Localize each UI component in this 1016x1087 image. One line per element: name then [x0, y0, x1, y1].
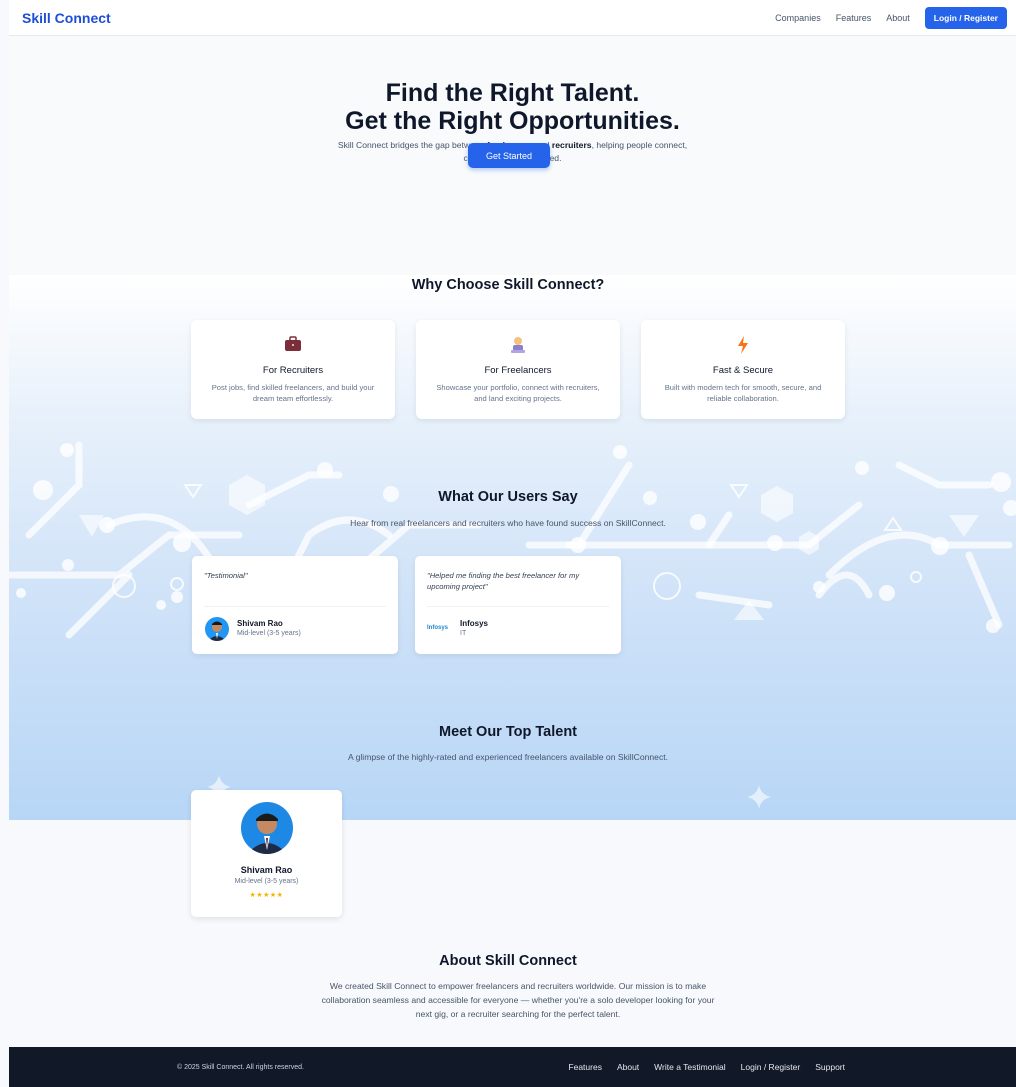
feature-title: Fast & Secure: [712, 365, 774, 376]
nav-links: Companies Features About Login / Registe…: [775, 6, 1007, 29]
testimonial-quote: "Helped me finding the best freelancer f…: [427, 571, 580, 592]
company-logo: Infosys: [427, 625, 449, 631]
nav-link-features[interactable]: Features: [836, 13, 872, 23]
briefcase-icon: [191, 336, 395, 356]
avatar: [205, 617, 229, 641]
brand-logo[interactable]: Skill Connect: [22, 10, 111, 26]
feature-card-recruiters: For Recruiters Post jobs, find skilled f…: [191, 320, 395, 419]
testimonial-author-role: Mid-level (3-5 years): [237, 630, 301, 637]
testimonial-author-role: IT: [460, 630, 467, 637]
footer: © 2025 Skill Connect. All rights reserve…: [9, 1047, 1016, 1087]
talent-name: Shivam Rao: [240, 865, 293, 875]
hero-sub-text: Skill Connect bridges the gap between: [337, 140, 487, 150]
top-navbar: Skill Connect Companies Features About L…: [9, 0, 1016, 36]
talent-card[interactable]: Shivam Rao Mid-level (3-5 years) ★★★★★: [191, 790, 342, 917]
login-register-button[interactable]: Login / Register: [924, 6, 1007, 29]
feature-description: Built with modern tech for smooth, secur…: [664, 383, 822, 403]
feature-card-freelancers: For Freelancers Showcase your portfolio,…: [416, 320, 620, 419]
testimonials-title: What Our Users Say: [438, 489, 578, 505]
talent-role: Mid-level (3-5 years): [234, 878, 299, 885]
feature-description: Post jobs, find skilled freelancers, and…: [211, 383, 375, 403]
hero-sub-recruiters: recruiters: [551, 140, 592, 150]
lightning-icon: [641, 336, 845, 358]
freelancer-laptop-icon: [416, 336, 620, 358]
footer-link-about[interactable]: About: [617, 1062, 639, 1072]
footer-link-features[interactable]: Features: [568, 1062, 602, 1072]
footer-link-write-testimonial[interactable]: Write a Testimonial: [654, 1062, 726, 1072]
testimonial-card: "Testimonial" Shivam Rao Mid-level (3-5 …: [192, 556, 398, 654]
divider: [204, 606, 386, 607]
testimonial-card: "Helped me finding the best freelancer f…: [415, 556, 621, 654]
nav-link-about[interactable]: About: [886, 13, 910, 23]
star-rating: ★★★★★: [249, 892, 284, 899]
about-title: About Skill Connect: [439, 953, 577, 969]
footer-links: Features About Write a Testimonial Login…: [568, 1047, 845, 1087]
nav-link-companies[interactable]: Companies: [775, 13, 821, 23]
about-text: We created Skill Connect to empower free…: [321, 981, 715, 1019]
testimonial-author-name: Shivam Rao: [237, 619, 283, 628]
testimonial-author-name: Infosys: [460, 619, 489, 628]
footer-link-support[interactable]: Support: [815, 1062, 845, 1072]
copyright-text: © 2025 Skill Connect. All rights reserve…: [177, 1063, 304, 1071]
footer-link-login-register[interactable]: Login / Register: [741, 1062, 801, 1072]
why-section-title: Why Choose Skill Connect?: [411, 277, 605, 293]
talent-subtitle: A glimpse of the highly-rated and experi…: [347, 752, 669, 762]
divider: [427, 606, 609, 607]
hero-title-line1: Find the Right Talent.: [385, 79, 640, 107]
feature-title: For Freelancers: [484, 365, 552, 376]
testimonials-subtitle: Hear from real freelancers and recruiter…: [350, 518, 666, 528]
get-started-button[interactable]: Get Started: [468, 143, 550, 168]
avatar: [241, 802, 293, 854]
talent-title: Meet Our Top Talent: [438, 724, 578, 740]
feature-card-fast-secure: Fast & Secure Built with modern tech for…: [641, 320, 845, 419]
testimonial-quote: "Testimonial": [204, 571, 248, 580]
feature-description: Showcase your portfolio, connect with re…: [436, 383, 600, 403]
feature-title: For Recruiters: [262, 365, 324, 376]
hero-title: Find the Right Talent. Get the Right Opp…: [9, 79, 1016, 135]
hero-title-line2: Get the Right Opportunities.: [345, 106, 680, 135]
